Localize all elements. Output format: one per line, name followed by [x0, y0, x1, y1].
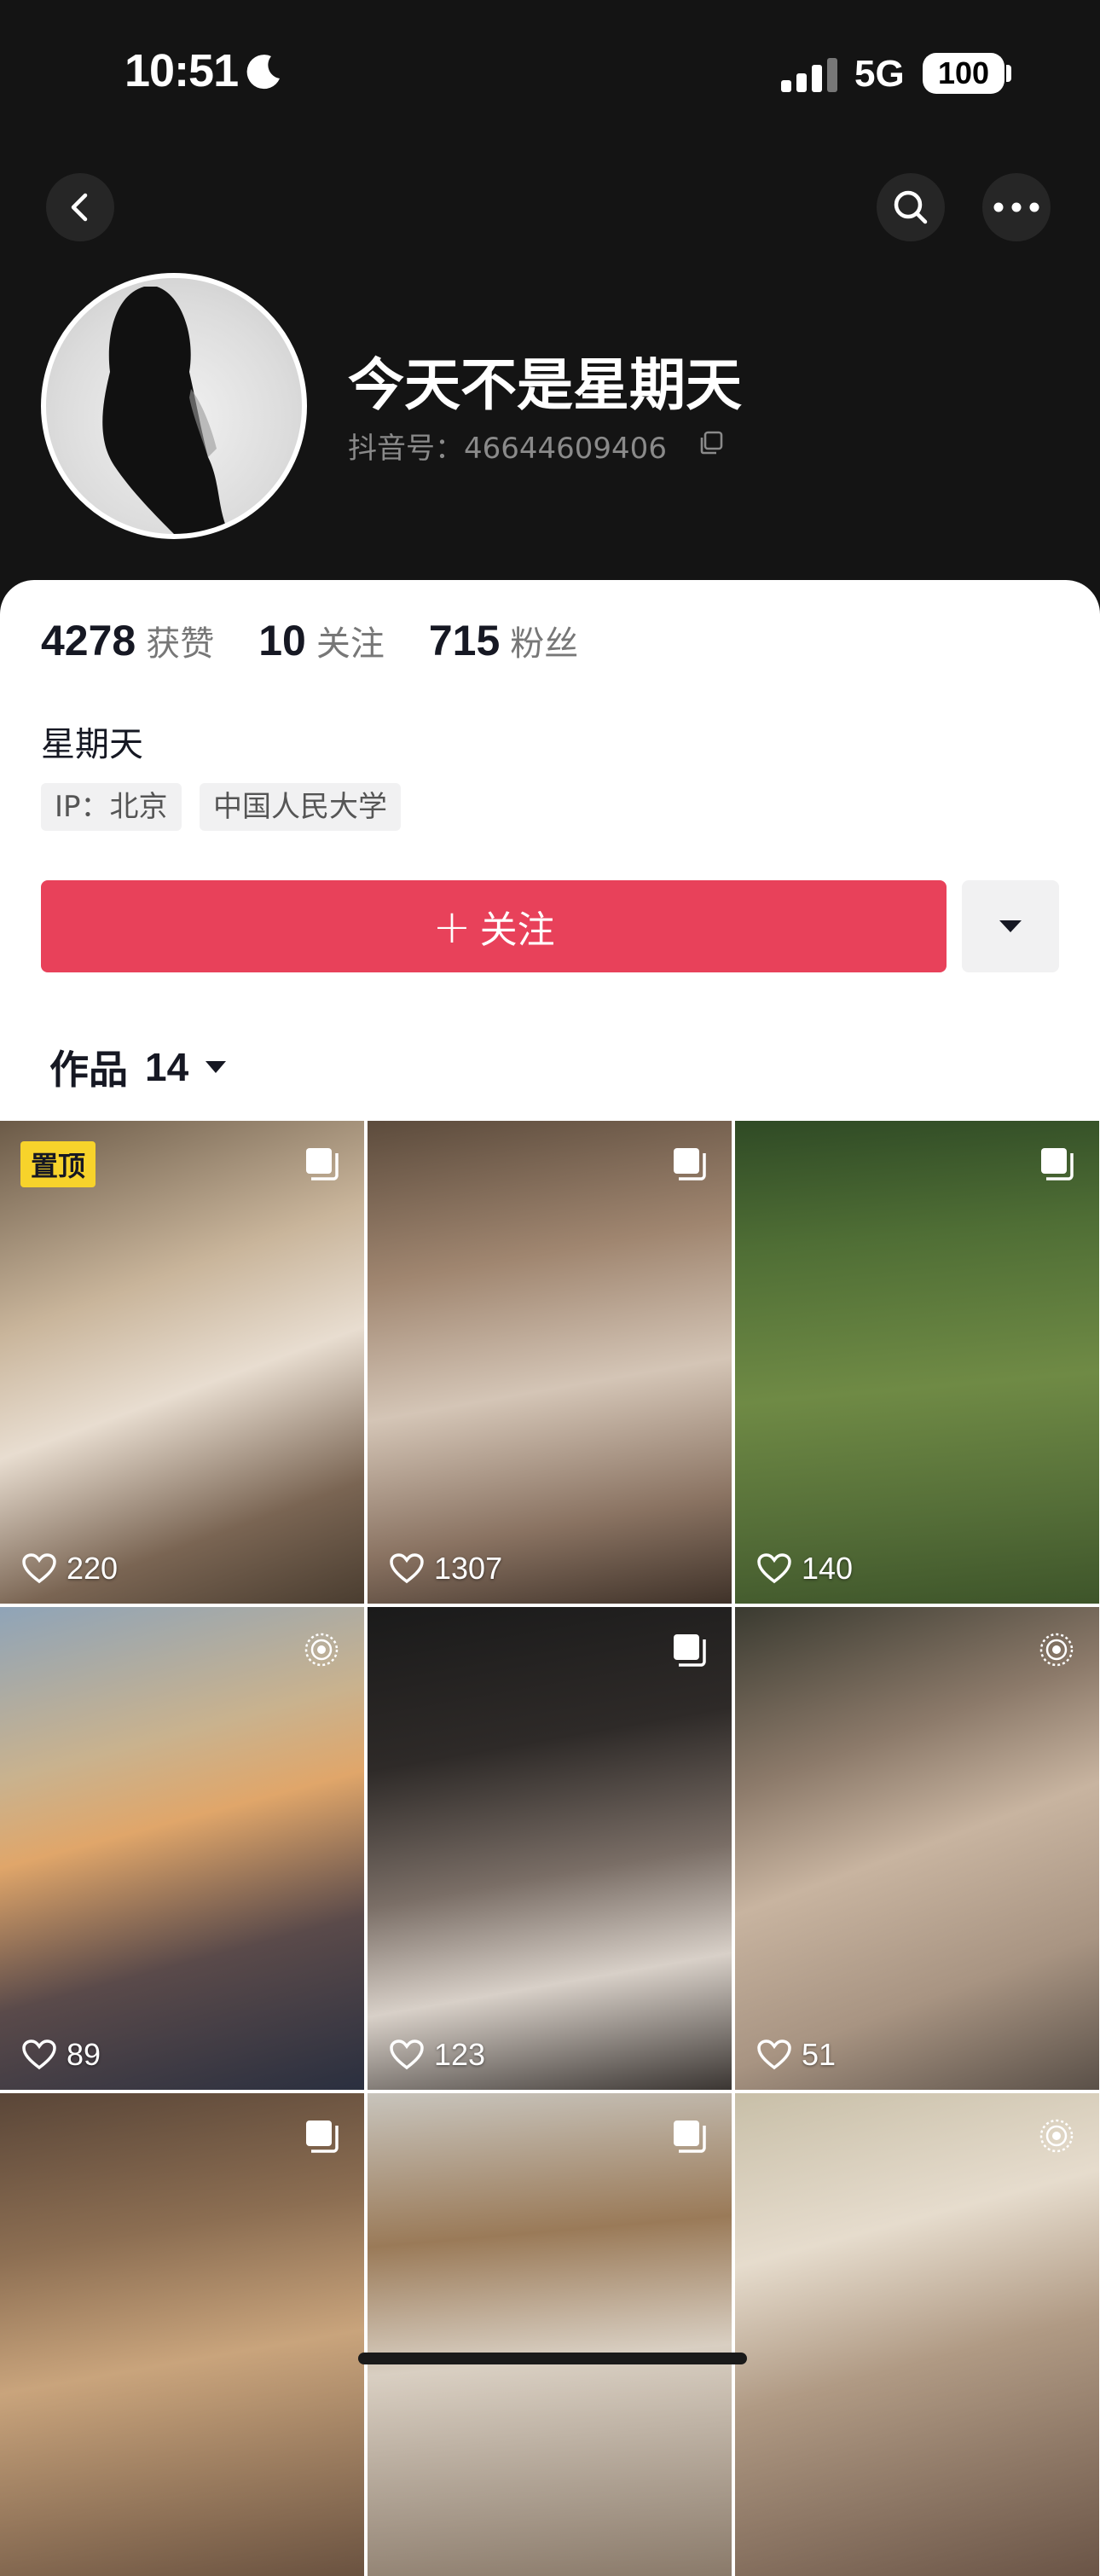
video-thumbnail[interactable] — [0, 2093, 364, 2576]
like-count-value: 1307 — [434, 1551, 503, 1586]
heart-outline-icon — [757, 1553, 791, 1584]
caret-down-icon — [999, 920, 1022, 932]
pinned-badge: 置顶 — [20, 1141, 96, 1187]
video-thumbnail[interactable] — [368, 2093, 732, 2576]
video-thumbnail[interactable]: 51 — [735, 1607, 1099, 2090]
more-dots-icon — [993, 202, 1039, 212]
caret-down-icon — [206, 1061, 227, 1073]
douyin-id: 抖音号：46644609406 — [348, 432, 667, 466]
heart-outline-icon — [390, 2039, 424, 2070]
like-count: 220 — [22, 1551, 118, 1587]
live-photo-icon — [1039, 2119, 1074, 2153]
profile-nickname: 今天不是星期天 — [348, 352, 742, 418]
like-count-value: 220 — [67, 1551, 119, 1586]
video-thumbnail[interactable]: 140 — [735, 1121, 1099, 1604]
recommend-dropdown-button[interactable] — [962, 880, 1059, 972]
back-arrow-icon — [71, 193, 88, 222]
likes-label[interactable]: 获赞 — [146, 616, 214, 665]
live-photo-icon — [1039, 1633, 1074, 1667]
video-thumbnail[interactable]: 置顶 220 — [0, 1121, 364, 1604]
profile-stats: 4278 获赞 10 关注 715 粉丝 — [41, 616, 622, 676]
multi-image-icon — [306, 1148, 339, 1181]
home-indicator — [358, 2353, 747, 2364]
school-tag[interactable]: 中国人民大学 — [200, 783, 401, 831]
battery-level: 100 — [937, 55, 990, 90]
multi-image-icon — [674, 2121, 706, 2153]
like-count-value: 140 — [802, 1551, 854, 1586]
video-thumbnail[interactable]: 123 — [368, 1607, 732, 2090]
like-count: 51 — [757, 2037, 836, 2073]
heart-outline-icon — [390, 1553, 424, 1584]
heart-outline-icon — [22, 2039, 56, 2070]
like-count-value: 123 — [434, 2037, 486, 2072]
avatar-silhouette-image — [102, 287, 229, 534]
video-thumbnail[interactable]: 1307 — [368, 1121, 732, 1604]
network-type: 5G — [854, 53, 905, 95]
like-count: 140 — [757, 1551, 853, 1587]
like-count-value: 51 — [802, 2037, 837, 2072]
follow-label: 关注 — [479, 908, 555, 952]
battery-indicator: 100 — [923, 53, 1004, 94]
cellular-signal-icon — [781, 58, 837, 92]
status-bar: 10:51 5G 100 — [0, 0, 1100, 145]
followers-count[interactable]: 715 — [429, 616, 500, 665]
search-button[interactable] — [877, 173, 945, 241]
followers-label[interactable]: 粉丝 — [510, 616, 578, 665]
like-count: 89 — [22, 2037, 101, 2073]
avatar[interactable] — [41, 273, 307, 539]
live-photo-icon — [304, 1633, 339, 1667]
profile-bio: 星期天 — [41, 725, 143, 764]
back-button[interactable] — [46, 173, 114, 241]
works-tab-label: 作品 — [49, 1047, 128, 1093]
likes-count[interactable]: 4278 — [41, 616, 136, 665]
ip-location-tag: IP：北京 — [41, 783, 182, 831]
follow-button[interactable]: + 关注 — [41, 880, 947, 972]
more-options-button[interactable] — [982, 173, 1051, 241]
video-thumbnail[interactable]: 89 — [0, 1607, 364, 2090]
search-icon — [894, 190, 928, 224]
heart-outline-icon — [22, 1553, 56, 1584]
like-count-value: 89 — [67, 2037, 101, 2072]
multi-image-icon — [674, 1148, 706, 1181]
like-count: 123 — [390, 2037, 485, 2073]
following-label[interactable]: 关注 — [316, 616, 385, 665]
multi-image-icon — [1041, 1148, 1074, 1181]
battery-nub — [1006, 65, 1011, 82]
video-thumbnail[interactable] — [735, 2093, 1099, 2576]
works-count: 14 — [145, 1045, 189, 1089]
copy-icon[interactable] — [698, 429, 725, 456]
following-count[interactable]: 10 — [258, 616, 306, 665]
multi-image-icon — [306, 2121, 339, 2153]
moon-icon — [246, 55, 280, 90]
works-tab[interactable]: 作品 14 — [49, 1039, 228, 1095]
heart-outline-icon — [757, 2039, 791, 2070]
multi-image-icon — [674, 1634, 706, 1667]
status-time: 10:51 — [124, 45, 239, 96]
like-count: 1307 — [390, 1551, 502, 1587]
plus-icon: + — [432, 899, 472, 954]
